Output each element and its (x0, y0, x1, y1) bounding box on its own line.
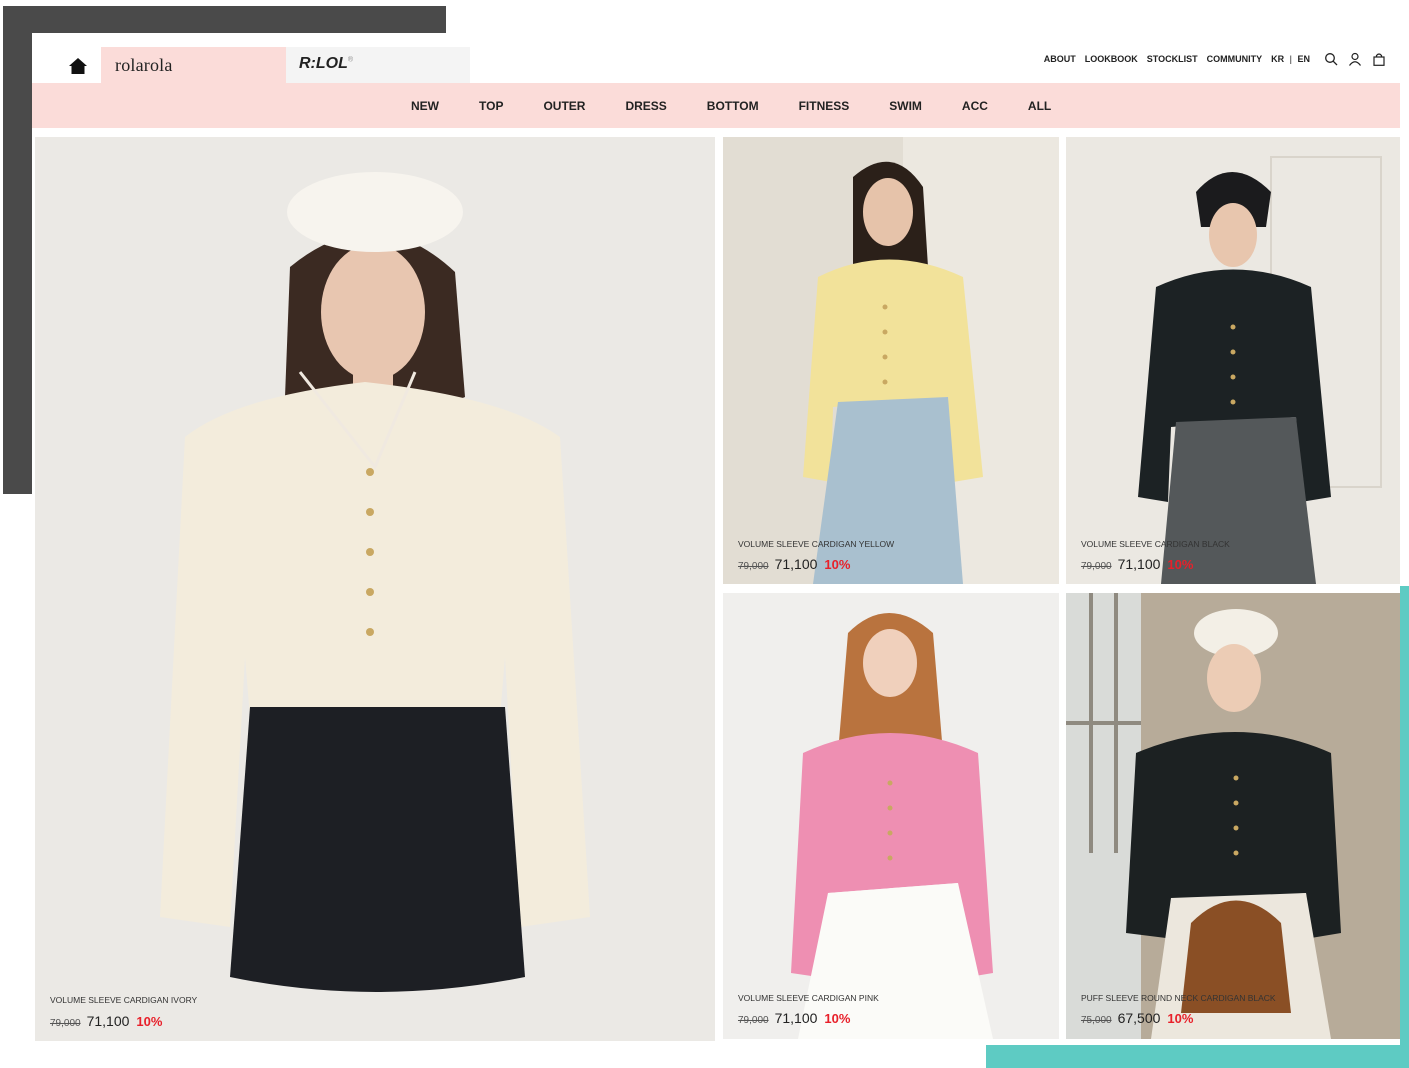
discount-badge: 10% (1167, 1011, 1194, 1026)
category-top[interactable]: TOP (479, 99, 503, 113)
user-icon[interactable] (1348, 52, 1362, 66)
site-header: rolarola R:LOL® ABOUT LOOKBOOK STOCKLIST… (32, 33, 1400, 83)
search-icon[interactable] (1324, 52, 1338, 66)
sale-price: 71,100 (86, 1013, 130, 1029)
product-name: VOLUME SLEEVE CARDIGAN YELLOW (738, 539, 895, 549)
product-card-black[interactable]: VOLUME SLEEVE CARDIGAN BLACK 79,000 71,1… (1066, 137, 1400, 584)
price-row: 75,000 67,500 10% (1081, 1010, 1193, 1026)
discount-badge: 10% (136, 1014, 163, 1029)
price-row: 79,000 71,100 10% (738, 556, 850, 572)
original-price: 75,000 (1081, 1015, 1112, 1026)
nav-about-link[interactable]: ABOUT (1044, 54, 1076, 64)
sale-price: 67,500 (1117, 1010, 1161, 1026)
product-name: PUFF SLEEVE ROUND NECK CARDIGAN BLACK (1081, 993, 1276, 1003)
nav-stocklist-link[interactable]: STOCKLIST (1147, 54, 1198, 64)
category-bottom[interactable]: BOTTOM (707, 99, 759, 113)
utility-nav: ABOUT LOOKBOOK STOCKLIST COMMUNITY KR | … (1044, 51, 1400, 67)
original-price: 79,000 (50, 1018, 81, 1029)
original-price: 79,000 (1081, 561, 1112, 572)
nav-community-link[interactable]: COMMUNITY (1207, 54, 1263, 64)
product-image-black (1066, 137, 1400, 584)
category-all[interactable]: ALL (1028, 99, 1051, 113)
nav-lookbook-link[interactable]: LOOKBOOK (1085, 54, 1138, 64)
product-card-pink[interactable]: VOLUME SLEEVE CARDIGAN PINK 79,000 71,10… (723, 593, 1059, 1039)
discount-badge: 10% (1167, 557, 1194, 572)
original-price: 79,000 (738, 561, 769, 572)
original-price: 79,000 (738, 1015, 769, 1026)
category-fitness[interactable]: FITNESS (799, 99, 850, 113)
product-card-yellow[interactable]: VOLUME SLEEVE CARDIGAN YELLOW 79,000 71,… (723, 137, 1059, 584)
product-card-ivory[interactable]: VOLUME SLEEVE CARDIGAN IVORY 79,000 71,1… (35, 137, 715, 1041)
rlol-logo-text: R:LOL® (299, 55, 354, 72)
product-image-yellow (723, 137, 1059, 584)
language-switch: KR | EN (1271, 54, 1310, 64)
lang-en-link[interactable]: EN (1297, 54, 1310, 64)
product-card-puff-black[interactable]: PUFF SLEEVE ROUND NECK CARDIGAN BLACK 75… (1066, 593, 1400, 1039)
product-image-puff-black (1066, 593, 1400, 1039)
sale-price: 71,100 (1117, 556, 1161, 572)
sale-price: 71,100 (774, 556, 818, 572)
price-row: 79,000 71,100 10% (738, 1010, 850, 1026)
storefront-window: rolarola R:LOL® ABOUT LOOKBOOK STOCKLIST… (32, 33, 1400, 1045)
product-name: VOLUME SLEEVE CARDIGAN PINK (738, 993, 879, 1003)
category-dress[interactable]: DRESS (625, 99, 666, 113)
discount-badge: 10% (824, 1011, 851, 1026)
bag-icon[interactable] (1372, 52, 1386, 66)
price-row: 79,000 71,100 10% (50, 1013, 162, 1029)
product-image-ivory (35, 137, 715, 1041)
category-swim[interactable]: SWIM (889, 99, 922, 113)
category-acc[interactable]: ACC (962, 99, 988, 113)
category-nav: NEW TOP OUTER DRESS BOTTOM FITNESS SWIM … (32, 83, 1400, 128)
brand-tab-rlol[interactable]: R:LOL® (286, 47, 470, 83)
product-name: VOLUME SLEEVE CARDIGAN BLACK (1081, 539, 1230, 549)
product-name: VOLUME SLEEVE CARDIGAN IVORY (50, 995, 198, 1005)
lang-separator: | (1289, 54, 1292, 64)
price-row: 79,000 71,100 10% (1081, 556, 1193, 572)
product-image-pink (723, 593, 1059, 1039)
category-new[interactable]: NEW (411, 99, 439, 113)
lang-kr-link[interactable]: KR (1271, 54, 1284, 64)
category-outer[interactable]: OUTER (543, 99, 585, 113)
brand-tab-rolarola[interactable]: rolarola (101, 47, 286, 83)
discount-badge: 10% (824, 557, 851, 572)
sale-price: 71,100 (774, 1010, 818, 1026)
home-icon[interactable] (68, 56, 88, 76)
brand-logo-text: rolarola (115, 55, 173, 75)
